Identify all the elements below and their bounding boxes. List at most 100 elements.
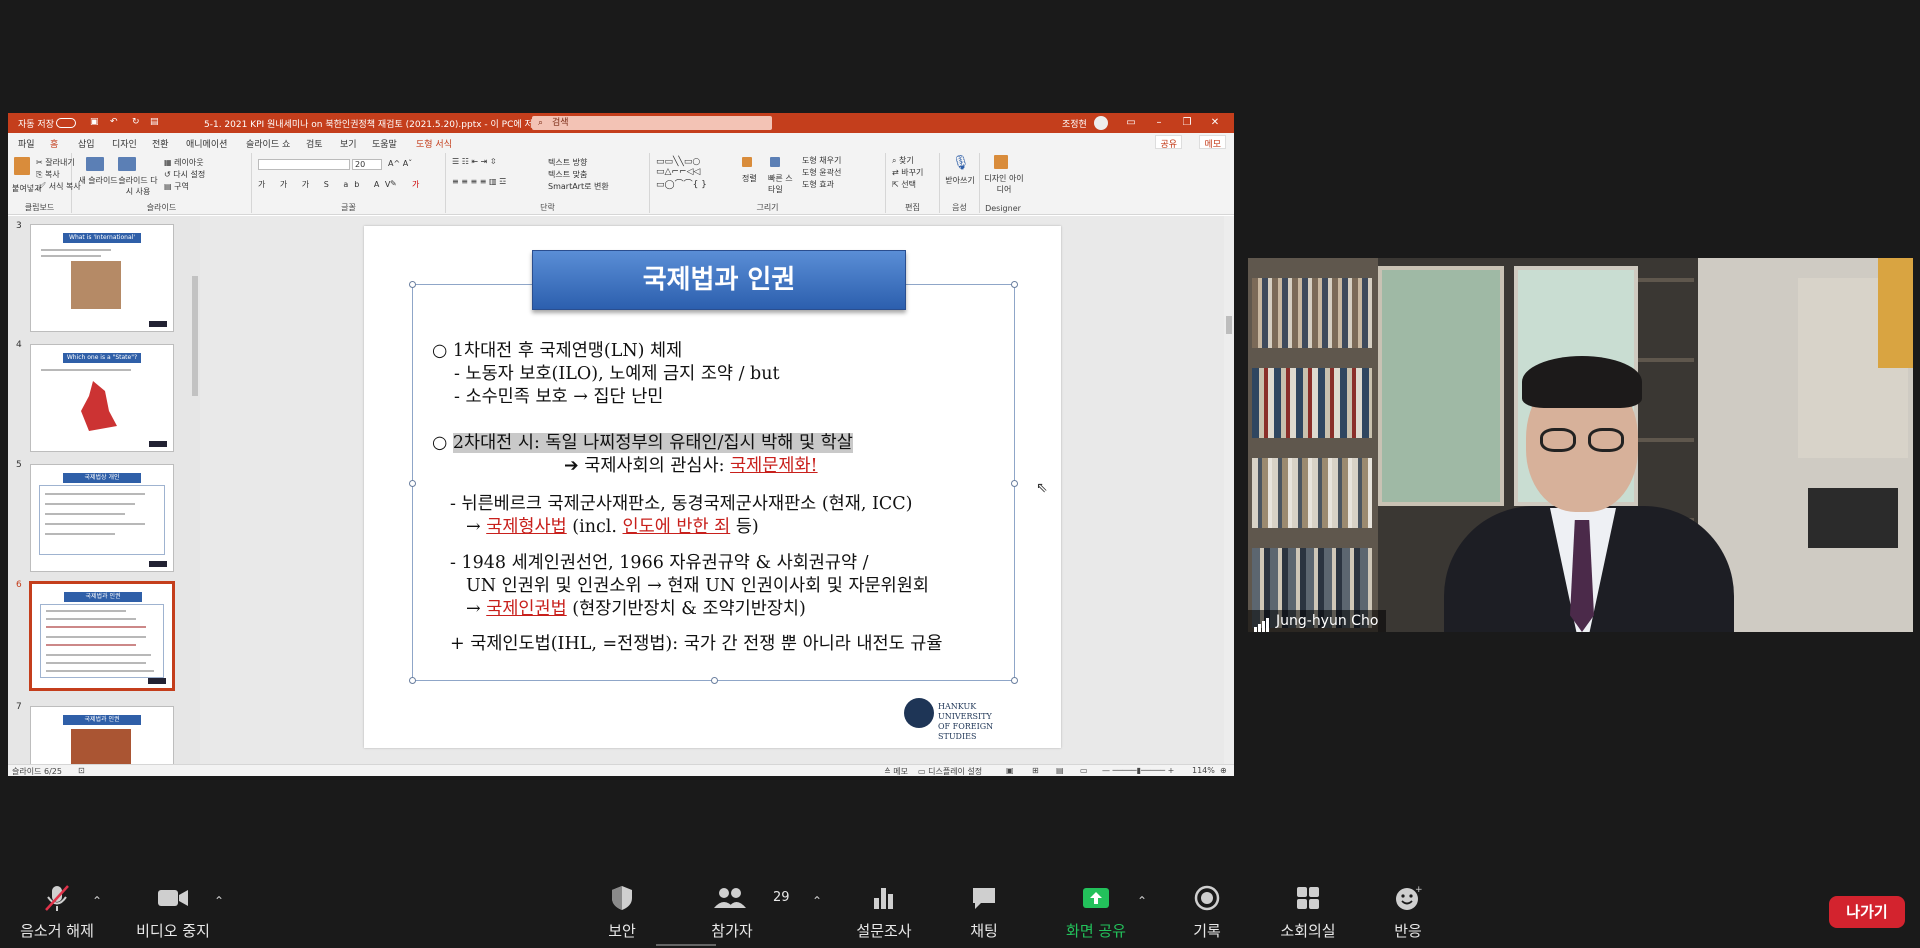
tab-design[interactable]: 디자인: [112, 137, 137, 150]
slide-thumbnail-6[interactable]: 국제법과 인권: [29, 581, 175, 691]
arrange-icon[interactable]: [742, 157, 752, 167]
new-slide-button[interactable]: 새 슬라이드: [78, 175, 118, 186]
notes-button[interactable]: ≙ 메모: [884, 766, 908, 776]
tab-insert[interactable]: 삽입: [78, 137, 95, 150]
close-icon[interactable]: ✕: [1208, 116, 1222, 130]
fit-slide-icon[interactable]: ⊕: [1220, 766, 1227, 775]
restore-icon[interactable]: ❐: [1180, 116, 1194, 130]
share-button[interactable]: 공유: [1155, 135, 1182, 150]
resize-handle[interactable]: [409, 677, 416, 684]
memo-button[interactable]: 메모: [1199, 135, 1226, 150]
arrange-button[interactable]: 정렬: [742, 173, 757, 184]
find-button[interactable]: ⌕ 찾기: [892, 155, 914, 166]
participants-button[interactable]: 참가자: [677, 884, 787, 941]
shapes-gallery[interactable]: ▭▭╲╲▭○ ▭△⌐⌐◁◁ ▭◯⌒⌒{ }: [656, 157, 707, 190]
slide-thumbnail-3[interactable]: What is 'International' Law?: [30, 224, 174, 332]
normal-view-icon[interactable]: ▣: [1006, 766, 1014, 775]
bullets-icon[interactable]: ☰ ☷ ⇤ ⇥ ⇳: [452, 157, 497, 166]
new-slide-icon[interactable]: [86, 157, 104, 171]
stop-video-button[interactable]: 비디오 중지: [118, 884, 228, 941]
audio-options-chevron-icon[interactable]: ⌃: [92, 894, 102, 908]
avatar[interactable]: [1094, 116, 1108, 130]
shape-effects-button[interactable]: 도형 효과: [802, 179, 834, 190]
search-input[interactable]: ⌕ 검색: [532, 116, 772, 130]
text-direction-button[interactable]: 텍스트 방향: [548, 157, 587, 168]
tab-view[interactable]: 보기: [340, 137, 357, 150]
dictate-button[interactable]: 받아쓰기: [944, 175, 976, 186]
reactions-button[interactable]: + 반응: [1353, 884, 1463, 941]
font-color-icon[interactable]: 가: [412, 179, 419, 190]
section-button[interactable]: ▤ 구역: [164, 181, 189, 192]
align-text-button[interactable]: 텍스트 맞춤: [548, 169, 587, 180]
record-button[interactable]: 기록: [1152, 884, 1262, 941]
reading-view-icon[interactable]: ▤: [1056, 766, 1064, 775]
leave-meeting-button[interactable]: 나가기: [1829, 896, 1905, 928]
reuse-slide-icon[interactable]: [118, 157, 136, 171]
tab-help[interactable]: 도움말: [372, 137, 397, 150]
zoom-slider[interactable]: — ─────▮───── +: [1102, 766, 1174, 775]
paste-icon[interactable]: [14, 157, 30, 175]
present-icon[interactable]: ▤: [150, 117, 159, 127]
quick-styles-button[interactable]: 빠른 스타일: [768, 173, 796, 195]
slide-thumbnail-7[interactable]: 국제법과 인권: [30, 706, 174, 764]
share-options-chevron-icon[interactable]: ⌃: [1137, 894, 1147, 908]
tab-transitions[interactable]: 전환: [152, 137, 169, 150]
chat-button[interactable]: 채팅: [929, 884, 1039, 941]
slideshow-view-icon[interactable]: ▭: [1080, 766, 1088, 775]
tab-slideshow[interactable]: 슬라이드 쇼: [246, 137, 290, 150]
resize-handle[interactable]: [1011, 677, 1018, 684]
designer-button[interactable]: 디자인 아이디어: [984, 173, 1024, 195]
designer-icon[interactable]: [994, 155, 1008, 169]
minimize-icon[interactable]: –: [1152, 116, 1166, 130]
save-icon[interactable]: ▣: [90, 117, 99, 127]
slide-thumbnail-4[interactable]: Which one is a "State"?: [30, 344, 174, 452]
redo-icon[interactable]: ↻: [132, 117, 140, 127]
shape-outline-button[interactable]: 도형 윤곽선: [802, 167, 841, 178]
zoom-level[interactable]: 114%: [1192, 766, 1215, 775]
accessibility-icon[interactable]: ⊡: [78, 766, 85, 775]
tab-review[interactable]: 검토: [306, 137, 323, 150]
unmute-button[interactable]: 음소거 해제: [2, 884, 112, 941]
shape-fill-button[interactable]: 도형 채우기: [802, 155, 841, 166]
current-slide[interactable]: 국제법과 인권 ○ 1차대전 후 국제연맹(LN) 체제 - 노동자 보호(IL…: [364, 226, 1061, 748]
smartart-button[interactable]: SmartArt로 변환: [548, 181, 609, 192]
polls-button[interactable]: 설문조사: [829, 884, 939, 941]
participant-video-tile[interactable]: Jung-hyun Cho: [1248, 258, 1913, 632]
replace-button[interactable]: ⇄ 바꾸기: [892, 167, 923, 178]
slide-title[interactable]: 국제법과 인권: [532, 250, 906, 310]
reset-button[interactable]: ↺ 다시 설정: [164, 169, 205, 180]
resize-handle[interactable]: [711, 677, 718, 684]
microphone-icon[interactable]: 🎙: [952, 155, 970, 171]
resize-handle[interactable]: [409, 480, 416, 487]
editor-scrollbar[interactable]: [1224, 216, 1234, 764]
quick-styles-icon[interactable]: [770, 157, 780, 167]
video-options-chevron-icon[interactable]: ⌃: [214, 894, 224, 908]
security-button[interactable]: 보안: [567, 884, 677, 941]
layout-button[interactable]: ▦ 레이아웃: [164, 157, 204, 168]
resize-handle[interactable]: [1011, 480, 1018, 487]
highlight-color-icon[interactable]: ✎: [390, 179, 397, 188]
tab-file[interactable]: 파일: [18, 137, 35, 150]
resize-handle[interactable]: [1011, 281, 1018, 288]
ribbon-display-icon[interactable]: ▭: [1124, 116, 1138, 130]
slide-thumbnail-5[interactable]: 국제법상 개인: [30, 464, 174, 572]
share-screen-button[interactable]: 화면 공유: [1041, 884, 1151, 941]
font-size-select[interactable]: 20: [352, 159, 382, 170]
grow-font-icon[interactable]: A^ Aˇ: [388, 159, 412, 168]
participants-options-chevron-icon[interactable]: ⌃: [812, 894, 822, 908]
tab-animations[interactable]: 애니메이션: [186, 137, 227, 150]
display-settings-button[interactable]: ▭ 디스플레이 설정: [918, 766, 982, 776]
thumbnails-scrollbar[interactable]: [190, 216, 200, 764]
font-name-select[interactable]: [258, 159, 350, 170]
tab-shape-format[interactable]: 도형 서식: [416, 137, 452, 150]
format-buttons[interactable]: 가 가 가 S ab AV: [258, 179, 396, 190]
undo-icon[interactable]: ↶: [110, 117, 118, 127]
resize-handle[interactable]: [409, 281, 416, 288]
autosave-toggle[interactable]: [56, 118, 76, 128]
sorter-view-icon[interactable]: ⊞: [1032, 766, 1039, 775]
cut-button[interactable]: ✂ 잘라내기: [36, 157, 75, 168]
breakout-rooms-button[interactable]: 소회의실: [1253, 884, 1363, 941]
reuse-slide-button[interactable]: 슬라이드 다시 사용: [118, 175, 158, 197]
select-button[interactable]: ⇱ 선택: [892, 179, 916, 190]
align-icons[interactable]: ≡ ≡ ≡ ≡ ▥ ☲: [452, 177, 506, 186]
